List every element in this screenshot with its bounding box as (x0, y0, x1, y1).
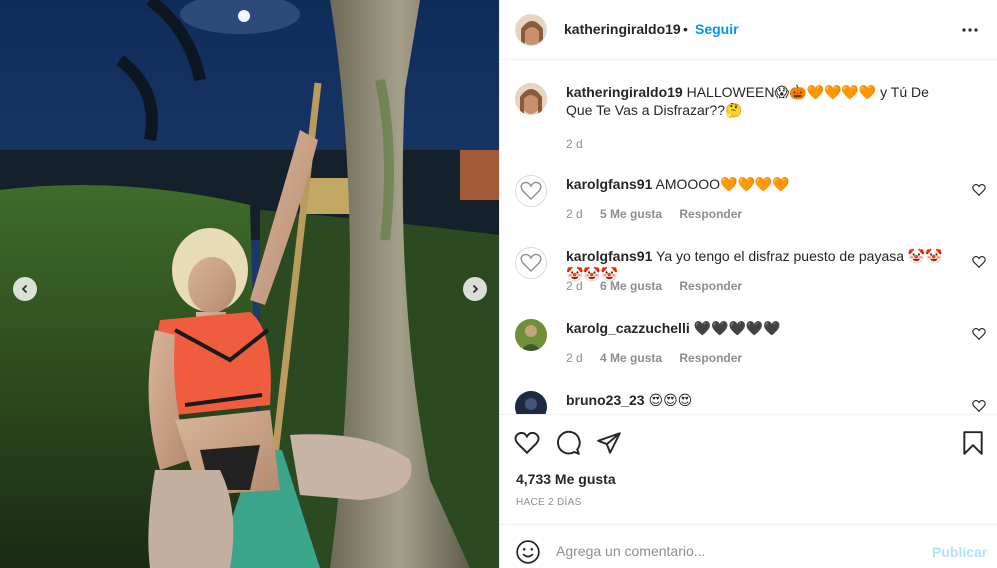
separator-dot: • (683, 21, 688, 37)
comment-likes[interactable]: 4 Me gusta (600, 351, 662, 365)
comment-text: karolg_cazzuchelli 🖤🖤🖤🖤🖤 (566, 319, 956, 337)
more-options-icon[interactable] (961, 22, 979, 38)
reply-button[interactable]: Responder (679, 351, 742, 365)
comment-username[interactable]: karolg_cazzuchelli (566, 320, 690, 336)
comment-meta: 2 d 5 Me gusta Responder (566, 207, 756, 221)
emoji-icon[interactable] (515, 539, 541, 565)
reply-button[interactable]: Responder (679, 279, 742, 293)
post-date[interactable]: HACE 2 DÍAS (516, 497, 582, 508)
author-avatar[interactable] (515, 14, 547, 46)
comment-meta: 2 d 6 Me gusta Responder (566, 279, 756, 293)
comment-icon[interactable] (555, 430, 581, 456)
likes-count[interactable]: 4,733 Me gusta (516, 471, 616, 487)
previous-photo-button[interactable] (13, 277, 37, 301)
comment-text: karolgfans91 Ya yo tengo el disfraz pues… (566, 247, 956, 283)
comment-username[interactable]: bruno23_23 (566, 392, 645, 408)
next-photo-button[interactable] (463, 277, 487, 301)
post-photo[interactable] (0, 0, 499, 568)
publish-button[interactable]: Publicar (932, 544, 987, 560)
commenter-avatar[interactable] (515, 175, 547, 207)
comment-body: AMOOOO🧡🧡🧡🧡 (655, 176, 790, 192)
caption-text: katheringiraldo19 HALLOWEEN😱🎃🧡🧡🧡🧡 y Tú D… (566, 83, 956, 119)
heart-outline-avatar-icon (520, 253, 542, 272)
comment-likes[interactable]: 5 Me gusta (600, 207, 662, 221)
chevron-right-icon (472, 284, 479, 294)
commenter-avatar[interactable] (515, 319, 547, 351)
comment-time[interactable]: 2 d (566, 351, 583, 365)
heart-icon[interactable] (514, 430, 540, 456)
comment-like-icon[interactable] (972, 255, 986, 269)
commenter-avatar[interactable] (515, 391, 547, 414)
comment-text: bruno23_23 😍😍😍 (566, 391, 956, 409)
comment-like-icon[interactable] (972, 327, 986, 341)
comment-like-icon[interactable] (972, 183, 986, 197)
comment-time[interactable]: 2 d (566, 279, 583, 293)
comment-username[interactable]: karolgfans91 (566, 176, 652, 192)
comment-text: karolgfans91 AMOOOO🧡🧡🧡🧡 (566, 175, 956, 193)
comment-body: 🖤🖤🖤🖤🖤 (693, 320, 781, 336)
comment-body: 😍😍😍 (648, 392, 693, 408)
post-header: katheringiraldo19 • Seguir (500, 0, 997, 60)
caption-username[interactable]: katheringiraldo19 (566, 84, 683, 100)
paper-plane-icon[interactable] (596, 430, 622, 456)
caption-author-avatar[interactable] (515, 83, 547, 115)
follow-button[interactable]: Seguir (695, 21, 739, 37)
post-actions: 4,733 Me gusta HACE 2 DÍAS (500, 414, 997, 524)
comment-time[interactable]: 2 d (566, 207, 583, 221)
heart-outline-avatar-icon (520, 181, 542, 200)
author-username[interactable]: katheringiraldo19 (564, 21, 681, 37)
green-photo-avatar-icon (515, 319, 547, 351)
dark-photo-avatar-icon (515, 391, 547, 414)
bookmark-icon[interactable] (960, 430, 986, 456)
caption-time[interactable]: 2 d (566, 137, 583, 151)
comment-composer: Publicar (500, 524, 997, 568)
comment-like-icon[interactable] (972, 399, 986, 413)
chevron-left-icon (21, 284, 28, 294)
photo-illustration (0, 0, 499, 568)
commenter-avatar[interactable] (515, 247, 547, 279)
comments-list[interactable]: katheringiraldo19 HALLOWEEN😱🎃🧡🧡🧡🧡 y Tú D… (500, 61, 997, 414)
comment-input[interactable] (556, 537, 916, 565)
reply-button[interactable]: Responder (679, 207, 742, 221)
comment-username[interactable]: karolgfans91 (566, 248, 652, 264)
comment-likes[interactable]: 6 Me gusta (600, 279, 662, 293)
post-details-panel: katheringiraldo19 • Seguir katheringiral… (499, 0, 997, 568)
caption-meta: 2 d (566, 137, 597, 151)
comment-meta: 2 d 4 Me gusta Responder (566, 351, 756, 365)
